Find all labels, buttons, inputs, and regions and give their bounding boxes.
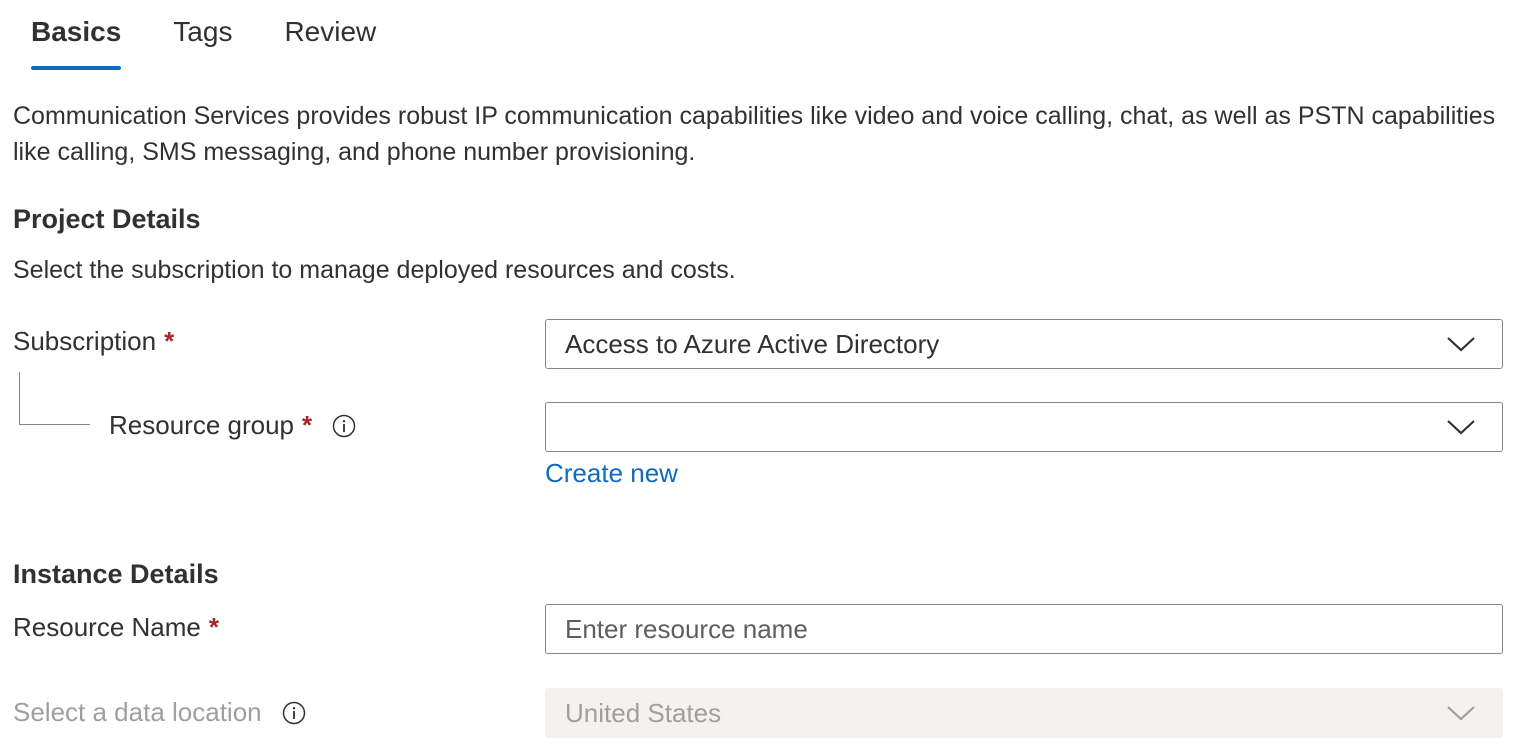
subscription-label: Subscription * bbox=[13, 326, 174, 357]
project-details-title: Project Details bbox=[13, 204, 201, 234]
chevron-down-icon bbox=[1446, 418, 1476, 436]
intro-description: Communication Services provides robust I… bbox=[13, 102, 1496, 166]
required-mark: * bbox=[164, 326, 175, 356]
subscription-label-text: Subscription bbox=[13, 326, 157, 356]
data-location-label: Select a data location bbox=[13, 697, 306, 728]
project-details-description: Select the subscription to manage deploy… bbox=[13, 256, 736, 284]
hierarchy-connector bbox=[19, 372, 90, 425]
tab-bar: Basics Tags Review bbox=[31, 0, 428, 70]
instance-details-title: Instance Details bbox=[13, 559, 219, 589]
resource-name-field[interactable] bbox=[545, 604, 1503, 654]
create-communication-services-form: Basics Tags Review Communication Service… bbox=[0, 0, 1536, 756]
info-icon[interactable] bbox=[282, 701, 306, 725]
subscription-selected-value: Access to Azure Active Directory bbox=[565, 328, 940, 359]
resource-group-label: Resource group * bbox=[109, 410, 356, 441]
tab-tags[interactable]: Tags bbox=[173, 0, 232, 70]
data-location-selected-value: United States bbox=[565, 697, 722, 728]
data-location-dropdown: United States bbox=[545, 688, 1503, 738]
required-mark: * bbox=[208, 612, 219, 642]
resource-group-dropdown[interactable] bbox=[545, 402, 1503, 452]
resource-name-label-text: Resource Name bbox=[13, 612, 201, 642]
required-mark: * bbox=[302, 410, 313, 440]
resource-group-label-text: Resource group bbox=[109, 410, 294, 440]
data-location-label-text: Select a data location bbox=[13, 697, 262, 727]
resource-name-label: Resource Name * bbox=[13, 612, 219, 643]
subscription-dropdown[interactable]: Access to Azure Active Directory bbox=[545, 319, 1503, 369]
chevron-down-icon bbox=[1446, 335, 1476, 353]
chevron-down-icon bbox=[1446, 704, 1476, 722]
info-icon[interactable] bbox=[332, 414, 356, 438]
resource-name-input[interactable] bbox=[546, 606, 1467, 652]
tab-basics[interactable]: Basics bbox=[31, 0, 122, 70]
tab-review[interactable]: Review bbox=[284, 0, 376, 70]
create-new-resource-group-link[interactable]: Create new bbox=[545, 458, 678, 489]
